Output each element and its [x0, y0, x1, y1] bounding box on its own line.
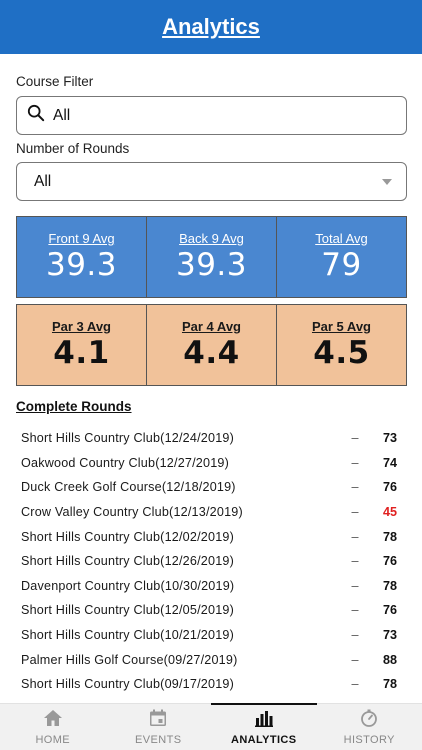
round-score: 74: [383, 455, 398, 470]
round-score: 73: [383, 628, 398, 643]
separator: –: [351, 529, 359, 544]
course-filter-input[interactable]: All: [16, 96, 407, 135]
list-item[interactable]: Short Hills Country Club(12/24/2019) – 73: [16, 426, 407, 451]
stat-label: Total Avg: [315, 231, 368, 246]
par5-card: Par 5 Avg 4.5: [277, 304, 407, 386]
stat-label: Par 4 Avg: [181, 319, 241, 334]
separator: –: [351, 455, 359, 470]
list-item[interactable]: Short Hills Country Club(09/17/2019) – 78: [16, 672, 407, 697]
chevron-down-icon: [382, 179, 392, 185]
search-icon: [27, 104, 45, 127]
rounds-select[interactable]: All: [16, 162, 407, 201]
stat-value: 79: [321, 247, 362, 283]
round-name: Davenport Country Club(10/30/2019): [21, 578, 235, 593]
round-score: 45: [383, 505, 398, 520]
separator: –: [351, 505, 359, 520]
round-score: 78: [383, 677, 398, 692]
list-item[interactable]: Palmer Hills Golf Course(09/27/2019) – 88: [16, 647, 407, 672]
tab-label: HOME: [35, 734, 71, 746]
separator: –: [351, 628, 359, 643]
tab-label: EVENTS: [135, 734, 182, 746]
list-item[interactable]: Davenport Country Club(10/30/2019) – 78: [16, 574, 407, 599]
course-filter-value: All: [53, 106, 71, 124]
tab-home[interactable]: HOME: [0, 704, 106, 750]
stat-label: Front 9 Avg: [48, 231, 115, 246]
separator: –: [351, 578, 359, 593]
tab-label: HISTORY: [343, 734, 395, 746]
round-score: 88: [383, 652, 398, 667]
section-title: Complete Rounds: [16, 399, 132, 414]
round-score: 76: [383, 554, 398, 569]
par-stats: Par 3 Avg 4.1 Par 4 Avg 4.4 Par 5 Avg 4.…: [16, 304, 407, 386]
stat-value: 39.3: [175, 247, 248, 283]
par3-card: Par 3 Avg 4.1: [16, 304, 147, 386]
round-score: 78: [383, 578, 398, 593]
round-name: Short Hills Country Club(12/26/2019): [21, 554, 234, 569]
home-icon: [43, 709, 63, 732]
tab-events[interactable]: EVENTS: [106, 704, 212, 750]
round-score: 76: [383, 480, 398, 495]
list-item[interactable]: Oakwood Country Club(12/27/2019) – 74: [16, 451, 407, 476]
separator: –: [351, 431, 359, 446]
list-item[interactable]: Short Hills Country Club(12/26/2019) – 76: [16, 549, 407, 574]
round-name: Palmer Hills Golf Course(09/27/2019): [21, 652, 238, 667]
rounds-list: Short Hills Country Club(12/24/2019) –73 …: [16, 426, 407, 697]
round-name: Short Hills Country Club(09/17/2019): [21, 677, 234, 692]
stat-label: Par 5 Avg: [311, 319, 371, 334]
rounds-filter-label: Number of Rounds: [16, 141, 130, 156]
round-score: 78: [383, 529, 398, 544]
calendar-icon: [148, 709, 168, 732]
separator: –: [351, 603, 359, 618]
tab-analytics[interactable]: ANALYTICS: [211, 703, 317, 750]
back-nine-card: Back 9 Avg 39.3: [147, 216, 277, 298]
round-name: Short Hills Country Club(12/05/2019): [21, 603, 234, 618]
list-item[interactable]: Crow Valley Country Club(12/13/2019) – 45: [16, 500, 407, 525]
separator: –: [351, 480, 359, 495]
app-header: Analytics: [0, 0, 422, 54]
stat-label: Back 9 Avg: [179, 231, 244, 246]
separator: –: [351, 652, 359, 667]
bar-chart-icon: [254, 709, 274, 732]
bottom-tab-bar: HOME EVENTS ANALYTICS HISTORY: [0, 703, 422, 750]
round-name: Short Hills Country Club(12/02/2019): [21, 529, 234, 544]
separator: –: [351, 677, 359, 692]
stat-value: 4.4: [183, 335, 240, 371]
list-item[interactable]: Short Hills Country Club(10/21/2019) – 73: [16, 623, 407, 648]
round-score: 76: [383, 603, 398, 618]
list-item[interactable]: Short Hills Country Club(12/02/2019) – 78: [16, 524, 407, 549]
tab-history[interactable]: HISTORY: [317, 704, 422, 750]
nine-hole-stats: Front 9 Avg 39.3 Back 9 Avg 39.3 Total A…: [16, 216, 407, 298]
round-name: Crow Valley Country Club(12/13/2019): [21, 505, 243, 520]
round-name: Duck Creek Golf Course(12/18/2019): [21, 480, 236, 495]
front-nine-card: Front 9 Avg 39.3: [16, 216, 147, 298]
list-item[interactable]: Duck Creek Golf Course(12/18/2019) – 76: [16, 475, 407, 500]
stat-value: 4.5: [313, 335, 370, 371]
page-title: Analytics: [162, 14, 260, 39]
total-avg-card: Total Avg 79: [277, 216, 407, 298]
round-name: Short Hills Country Club(12/24/2019): [21, 431, 234, 446]
separator: –: [351, 554, 359, 569]
course-filter-label: Course Filter: [16, 74, 94, 89]
rounds-select-value: All: [34, 172, 52, 190]
stat-value: 4.1: [53, 335, 110, 371]
round-name: Oakwood Country Club(12/27/2019): [21, 455, 230, 470]
stat-label: Par 3 Avg: [51, 319, 111, 334]
par4-card: Par 4 Avg 4.4: [147, 304, 277, 386]
tab-label: ANALYTICS: [230, 734, 297, 746]
list-item[interactable]: Short Hills Country Club(12/05/2019) – 76: [16, 598, 407, 623]
stat-value: 39.3: [45, 247, 118, 283]
round-name: Short Hills Country Club(10/21/2019): [21, 628, 234, 643]
stopwatch-icon: [359, 709, 379, 732]
round-score: 73: [383, 431, 398, 446]
